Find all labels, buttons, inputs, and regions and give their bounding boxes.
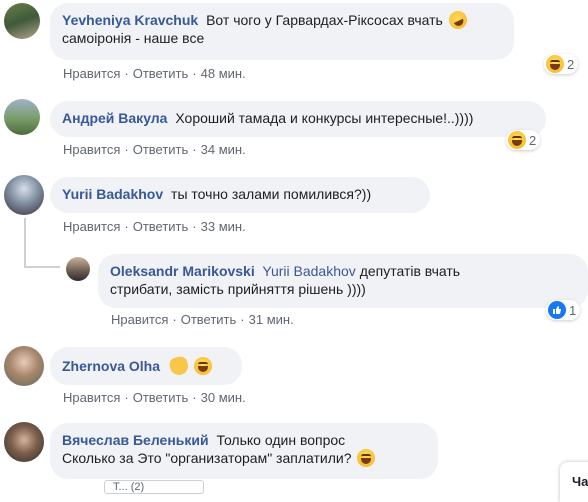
rofl-emoji-icon: [445, 8, 470, 32]
avatar[interactable]: [4, 99, 40, 135]
comment-bubble: Yurii Badakhov ты точно залами помилився…: [50, 177, 430, 213]
comment-bubble: Zhernova Olha: [50, 347, 242, 385]
thumbs-up-icon: [548, 301, 566, 319]
reaction-count[interactable]: 1: [546, 300, 581, 320]
comment-actions: Нравится · Ответить · 48 мин.: [63, 66, 246, 81]
comment-text: Вот чого у Гарвардах-Ріксосах вчать: [206, 12, 443, 28]
comment-author[interactable]: Yurii Badakhov: [62, 186, 163, 202]
reply-link[interactable]: Ответить: [133, 390, 189, 405]
laughing-emoji-icon: [357, 449, 376, 467]
like-link[interactable]: Нравится: [63, 142, 120, 157]
mention-link[interactable]: Yurii Badakhov: [262, 263, 355, 279]
avatar[interactable]: [4, 175, 44, 215]
timestamp[interactable]: 33 мин.: [201, 219, 246, 234]
like-link[interactable]: Нравится: [63, 390, 120, 405]
comment-bubble: Yevheniya Kravchuk Вот чого у Гарвардах-…: [50, 3, 514, 60]
laughing-emoji-icon: [508, 131, 526, 149]
comment-text: самоіронія - наше все: [62, 30, 205, 46]
comment-text: Сколько за Это "организаторам" заплатили…: [62, 450, 352, 466]
like-link[interactable]: Нравится: [63, 66, 120, 81]
comment-author[interactable]: Zhernova Olha: [62, 358, 160, 374]
reply-link[interactable]: Ответить: [181, 312, 237, 327]
reply-link[interactable]: Ответить: [133, 142, 189, 157]
timestamp[interactable]: 34 мин.: [201, 142, 246, 157]
avatar[interactable]: [66, 257, 90, 281]
comment-actions: Нравится · Ответить · 34 мин.: [63, 142, 246, 157]
like-link[interactable]: Нравится: [63, 219, 120, 234]
comment-actions: Нравится · Ответить · 30 мин.: [63, 390, 246, 405]
timestamp[interactable]: 30 мин.: [201, 390, 246, 405]
comment-text: Хороший тамада и конкурсы интересные!..)…: [175, 110, 474, 126]
thread-line: [24, 266, 60, 268]
comment-author[interactable]: Вячеслав Беленький: [62, 432, 209, 448]
avatar[interactable]: [4, 346, 44, 386]
comment-actions: Нравится · Ответить · 31 мин.: [111, 312, 294, 327]
comment-author[interactable]: Yevheniya Kravchuk: [62, 12, 198, 28]
clap-emoji-icon: [167, 354, 190, 378]
avatar[interactable]: [4, 3, 40, 39]
comment-text: ты точно залами помилився?)): [171, 186, 372, 202]
comment-bubble: Вячеслав Беленький Только один вопрос Ск…: [50, 423, 438, 479]
reply-link[interactable]: Ответить: [133, 219, 189, 234]
timestamp[interactable]: 48 мин.: [201, 66, 246, 81]
chat-tab[interactable]: Ча: [560, 462, 588, 502]
like-link[interactable]: Нравится: [111, 312, 168, 327]
thread-line: [24, 218, 26, 266]
timestamp[interactable]: 31 мин.: [249, 312, 294, 327]
comment-actions: Нравится · Ответить · 33 мин.: [63, 219, 246, 234]
comment-author[interactable]: Андрей Вакула: [62, 110, 167, 126]
comment-text: депутатів вчать: [359, 263, 461, 279]
see-replies-button[interactable]: Т... (2): [104, 480, 204, 494]
reply-link[interactable]: Ответить: [133, 66, 189, 81]
laughing-emoji-icon: [546, 55, 564, 73]
comment-text: Только один вопрос: [216, 432, 346, 448]
laughing-emoji-icon: [193, 357, 212, 375]
comment-author[interactable]: Oleksandr Marikovski: [110, 263, 255, 279]
comment-text: стрибати, замість прийняття рішень )))): [110, 281, 366, 297]
reaction-count[interactable]: 2: [544, 54, 579, 74]
comment-bubble: Андрей Вакула Хороший тамада и конкурсы …: [50, 101, 546, 137]
reaction-count[interactable]: 2: [506, 130, 541, 150]
avatar[interactable]: [4, 422, 44, 462]
reply-bubble: Oleksandr Marikovski Yurii Badakhov депу…: [98, 254, 588, 308]
